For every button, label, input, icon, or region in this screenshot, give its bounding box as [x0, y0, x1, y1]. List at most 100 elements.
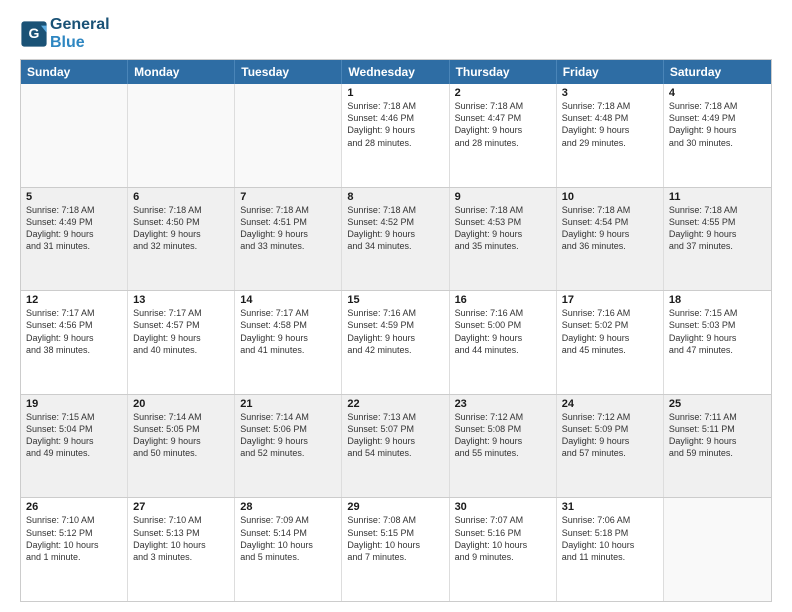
cell-info: Sunrise: 7:18 AM Sunset: 4:49 PM Dayligh… [669, 100, 766, 149]
weekday-header: Sunday [21, 60, 128, 84]
calendar-cell: 12Sunrise: 7:17 AM Sunset: 4:56 PM Dayli… [21, 291, 128, 394]
cell-info: Sunrise: 7:12 AM Sunset: 5:08 PM Dayligh… [455, 411, 551, 460]
cell-info: Sunrise: 7:15 AM Sunset: 5:04 PM Dayligh… [26, 411, 122, 460]
calendar-body: 1Sunrise: 7:18 AM Sunset: 4:46 PM Daylig… [21, 84, 771, 601]
day-number: 11 [669, 191, 766, 203]
cell-info: Sunrise: 7:18 AM Sunset: 4:47 PM Dayligh… [455, 100, 551, 149]
calendar-cell: 16Sunrise: 7:16 AM Sunset: 5:00 PM Dayli… [450, 291, 557, 394]
calendar-cell: 11Sunrise: 7:18 AM Sunset: 4:55 PM Dayli… [664, 188, 771, 291]
day-number: 9 [455, 191, 551, 203]
day-number: 30 [455, 501, 551, 513]
calendar-cell: 14Sunrise: 7:17 AM Sunset: 4:58 PM Dayli… [235, 291, 342, 394]
day-number: 23 [455, 398, 551, 410]
calendar-cell: 7Sunrise: 7:18 AM Sunset: 4:51 PM Daylig… [235, 188, 342, 291]
day-number: 2 [455, 87, 551, 99]
calendar-cell: 28Sunrise: 7:09 AM Sunset: 5:14 PM Dayli… [235, 498, 342, 601]
day-number: 29 [347, 501, 443, 513]
logo-text: GeneralBlue [50, 16, 110, 51]
calendar-cell: 3Sunrise: 7:18 AM Sunset: 4:48 PM Daylig… [557, 84, 664, 187]
day-number: 10 [562, 191, 658, 203]
day-number: 25 [669, 398, 766, 410]
cell-info: Sunrise: 7:14 AM Sunset: 5:06 PM Dayligh… [240, 411, 336, 460]
cell-info: Sunrise: 7:17 AM Sunset: 4:57 PM Dayligh… [133, 307, 229, 356]
cell-info: Sunrise: 7:13 AM Sunset: 5:07 PM Dayligh… [347, 411, 443, 460]
weekday-header: Saturday [664, 60, 771, 84]
calendar-cell: 24Sunrise: 7:12 AM Sunset: 5:09 PM Dayli… [557, 395, 664, 498]
cell-info: Sunrise: 7:18 AM Sunset: 4:51 PM Dayligh… [240, 204, 336, 253]
page: G GeneralBlue SundayMondayTuesdayWednesd… [0, 0, 792, 612]
calendar-cell: 9Sunrise: 7:18 AM Sunset: 4:53 PM Daylig… [450, 188, 557, 291]
weekday-header: Monday [128, 60, 235, 84]
calendar-cell: 29Sunrise: 7:08 AM Sunset: 5:15 PM Dayli… [342, 498, 449, 601]
weekday-header: Thursday [450, 60, 557, 84]
calendar-cell: 10Sunrise: 7:18 AM Sunset: 4:54 PM Dayli… [557, 188, 664, 291]
day-number: 4 [669, 87, 766, 99]
cell-info: Sunrise: 7:10 AM Sunset: 5:13 PM Dayligh… [133, 514, 229, 563]
cell-info: Sunrise: 7:14 AM Sunset: 5:05 PM Dayligh… [133, 411, 229, 460]
calendar-cell: 26Sunrise: 7:10 AM Sunset: 5:12 PM Dayli… [21, 498, 128, 601]
day-number: 17 [562, 294, 658, 306]
cell-info: Sunrise: 7:07 AM Sunset: 5:16 PM Dayligh… [455, 514, 551, 563]
cell-info: Sunrise: 7:18 AM Sunset: 4:46 PM Dayligh… [347, 100, 443, 149]
logo-icon: G [20, 20, 48, 48]
calendar-row: 26Sunrise: 7:10 AM Sunset: 5:12 PM Dayli… [21, 497, 771, 601]
cell-info: Sunrise: 7:15 AM Sunset: 5:03 PM Dayligh… [669, 307, 766, 356]
cell-info: Sunrise: 7:17 AM Sunset: 4:58 PM Dayligh… [240, 307, 336, 356]
cell-info: Sunrise: 7:17 AM Sunset: 4:56 PM Dayligh… [26, 307, 122, 356]
day-number: 22 [347, 398, 443, 410]
cell-info: Sunrise: 7:16 AM Sunset: 5:00 PM Dayligh… [455, 307, 551, 356]
calendar-cell: 17Sunrise: 7:16 AM Sunset: 5:02 PM Dayli… [557, 291, 664, 394]
cell-info: Sunrise: 7:18 AM Sunset: 4:50 PM Dayligh… [133, 204, 229, 253]
calendar-cell: 27Sunrise: 7:10 AM Sunset: 5:13 PM Dayli… [128, 498, 235, 601]
day-number: 26 [26, 501, 122, 513]
cell-info: Sunrise: 7:18 AM Sunset: 4:48 PM Dayligh… [562, 100, 658, 149]
calendar-cell: 8Sunrise: 7:18 AM Sunset: 4:52 PM Daylig… [342, 188, 449, 291]
day-number: 31 [562, 501, 658, 513]
calendar-cell: 2Sunrise: 7:18 AM Sunset: 4:47 PM Daylig… [450, 84, 557, 187]
calendar-row: 1Sunrise: 7:18 AM Sunset: 4:46 PM Daylig… [21, 84, 771, 187]
logo-line2: Blue [50, 34, 110, 52]
calendar-cell: 18Sunrise: 7:15 AM Sunset: 5:03 PM Dayli… [664, 291, 771, 394]
day-number: 1 [347, 87, 443, 99]
calendar-cell: 15Sunrise: 7:16 AM Sunset: 4:59 PM Dayli… [342, 291, 449, 394]
calendar-cell: 25Sunrise: 7:11 AM Sunset: 5:11 PM Dayli… [664, 395, 771, 498]
cell-info: Sunrise: 7:16 AM Sunset: 4:59 PM Dayligh… [347, 307, 443, 356]
weekday-header: Wednesday [342, 60, 449, 84]
calendar-cell [235, 84, 342, 187]
calendar-cell: 22Sunrise: 7:13 AM Sunset: 5:07 PM Dayli… [342, 395, 449, 498]
calendar: SundayMondayTuesdayWednesdayThursdayFrid… [20, 59, 772, 602]
calendar-cell: 20Sunrise: 7:14 AM Sunset: 5:05 PM Dayli… [128, 395, 235, 498]
cell-info: Sunrise: 7:18 AM Sunset: 4:49 PM Dayligh… [26, 204, 122, 253]
day-number: 19 [26, 398, 122, 410]
calendar-cell: 23Sunrise: 7:12 AM Sunset: 5:08 PM Dayli… [450, 395, 557, 498]
day-number: 28 [240, 501, 336, 513]
calendar-row: 19Sunrise: 7:15 AM Sunset: 5:04 PM Dayli… [21, 394, 771, 498]
day-number: 24 [562, 398, 658, 410]
header: G GeneralBlue [20, 16, 772, 51]
cell-info: Sunrise: 7:18 AM Sunset: 4:55 PM Dayligh… [669, 204, 766, 253]
calendar-cell: 13Sunrise: 7:17 AM Sunset: 4:57 PM Dayli… [128, 291, 235, 394]
cell-info: Sunrise: 7:18 AM Sunset: 4:53 PM Dayligh… [455, 204, 551, 253]
calendar-cell: 30Sunrise: 7:07 AM Sunset: 5:16 PM Dayli… [450, 498, 557, 601]
logo-line1: General [50, 16, 110, 34]
calendar-cell [21, 84, 128, 187]
day-number: 8 [347, 191, 443, 203]
calendar-cell: 31Sunrise: 7:06 AM Sunset: 5:18 PM Dayli… [557, 498, 664, 601]
calendar-cell: 6Sunrise: 7:18 AM Sunset: 4:50 PM Daylig… [128, 188, 235, 291]
day-number: 3 [562, 87, 658, 99]
cell-info: Sunrise: 7:12 AM Sunset: 5:09 PM Dayligh… [562, 411, 658, 460]
calendar-cell: 5Sunrise: 7:18 AM Sunset: 4:49 PM Daylig… [21, 188, 128, 291]
day-number: 27 [133, 501, 229, 513]
day-number: 20 [133, 398, 229, 410]
cell-info: Sunrise: 7:09 AM Sunset: 5:14 PM Dayligh… [240, 514, 336, 563]
day-number: 21 [240, 398, 336, 410]
cell-info: Sunrise: 7:11 AM Sunset: 5:11 PM Dayligh… [669, 411, 766, 460]
day-number: 5 [26, 191, 122, 203]
day-number: 14 [240, 294, 336, 306]
cell-info: Sunrise: 7:10 AM Sunset: 5:12 PM Dayligh… [26, 514, 122, 563]
cell-info: Sunrise: 7:16 AM Sunset: 5:02 PM Dayligh… [562, 307, 658, 356]
day-number: 12 [26, 294, 122, 306]
calendar-row: 5Sunrise: 7:18 AM Sunset: 4:49 PM Daylig… [21, 187, 771, 291]
day-number: 15 [347, 294, 443, 306]
weekday-header: Friday [557, 60, 664, 84]
